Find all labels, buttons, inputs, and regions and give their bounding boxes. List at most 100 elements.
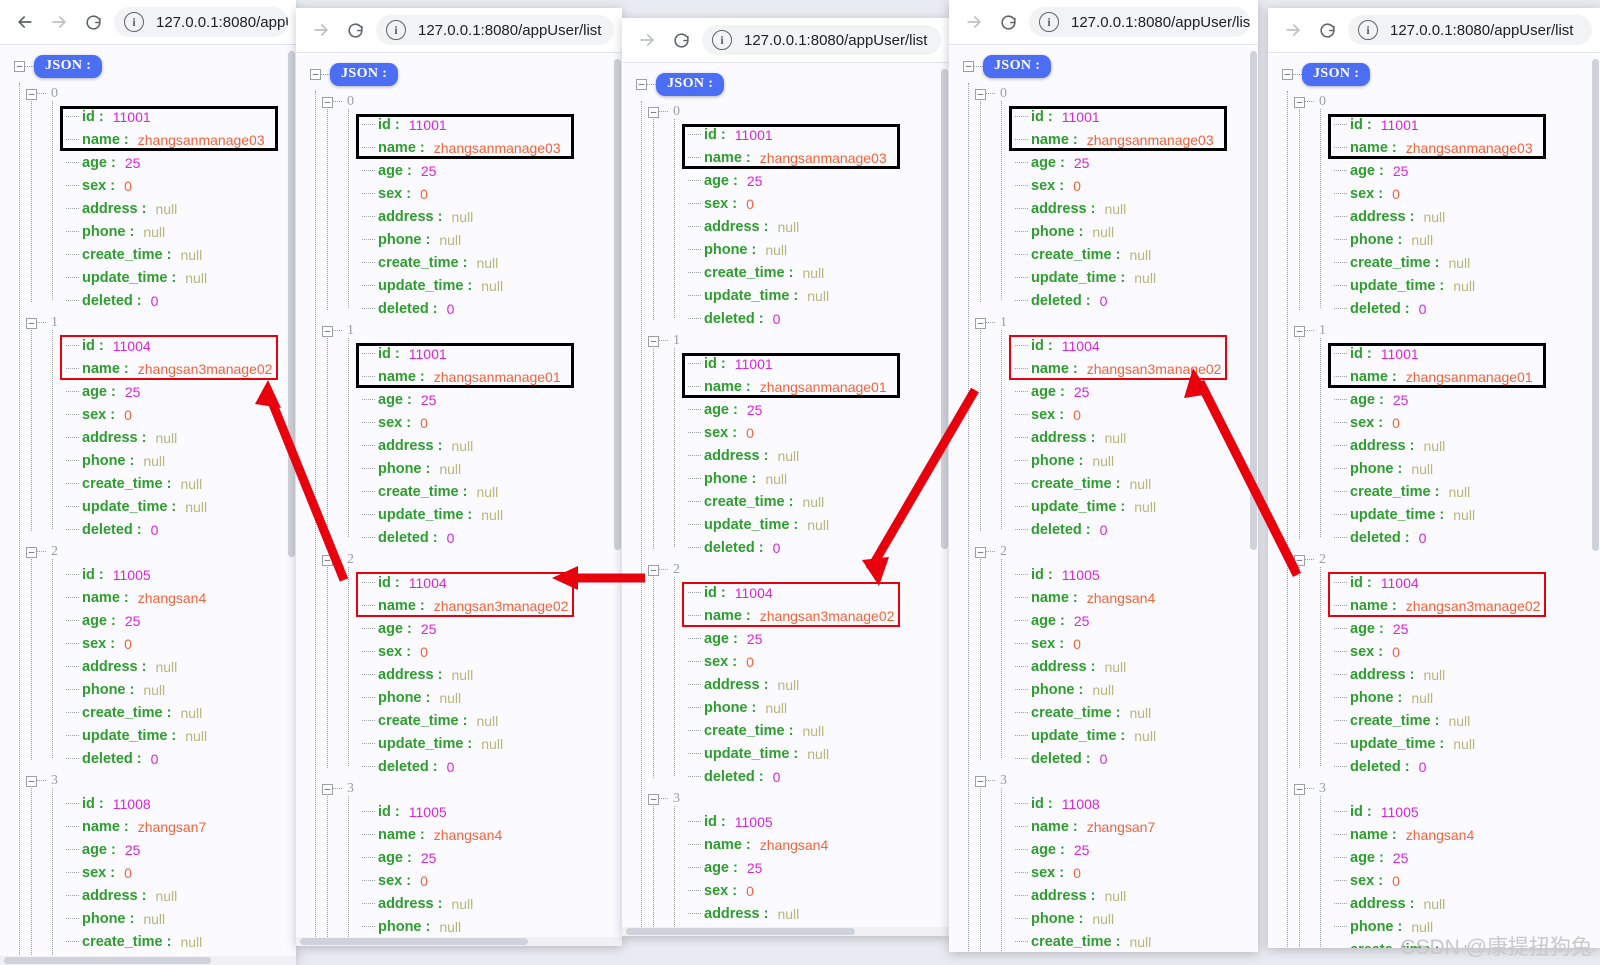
- scrollbar-thumb[interactable]: [941, 69, 948, 549]
- collapse-toggle-1[interactable]: ‒: [26, 317, 37, 329]
- back-arrow-icon[interactable]: [8, 5, 42, 39]
- tree-elbow: [688, 294, 701, 297]
- scrollbar-thumb-h[interactable]: [300, 938, 528, 945]
- collapse-toggle-root[interactable]: ‒: [1282, 69, 1293, 80]
- vertical-scrollbar[interactable]: [613, 53, 622, 946]
- scrollbar-thumb[interactable]: [1592, 59, 1599, 551]
- forward-arrow-icon[interactable]: [1276, 13, 1310, 47]
- collapse-toggle-3[interactable]: ‒: [322, 783, 333, 795]
- scrollbar-thumb-h[interactable]: [626, 928, 855, 935]
- field-deleted: deleted : 0: [362, 297, 622, 320]
- address-bar[interactable]: i 127.0.0.1:8080/appUser/: [114, 7, 288, 37]
- field-key: phone :: [1350, 460, 1403, 477]
- collapse-toggle-2[interactable]: ‒: [1294, 554, 1305, 566]
- collapse-toggle-1[interactable]: ‒: [1294, 325, 1305, 337]
- field-value: null: [802, 264, 825, 281]
- horizontal-scrollbar[interactable]: [0, 956, 296, 965]
- horizontal-scrollbar[interactable]: [622, 927, 949, 936]
- site-info-icon[interactable]: i: [1039, 12, 1059, 32]
- collapse-toggle-1[interactable]: ‒: [322, 325, 333, 337]
- browser-window-5[interactable]: i 127.0.0.1:8080/appUser/list ‒ JSON : ‒ 0 id …: [1268, 8, 1600, 948]
- address-bar[interactable]: i 127.0.0.1:8080/appUser/list: [1029, 7, 1250, 37]
- field-key: address :: [1350, 437, 1415, 454]
- site-info-icon[interactable]: i: [712, 30, 732, 50]
- collapse-toggle-2[interactable]: ‒: [648, 564, 659, 576]
- scrollbar-thumb-h[interactable]: [4, 957, 211, 964]
- collapse-toggle-3[interactable]: ‒: [975, 775, 986, 787]
- field-sex: sex : 0: [66, 174, 296, 197]
- collapse-toggle-0[interactable]: ‒: [648, 106, 659, 118]
- collapse-toggle-2[interactable]: ‒: [975, 546, 986, 558]
- field-value: 0: [1073, 635, 1081, 652]
- browser-window-3[interactable]: i 127.0.0.1:8080/appUser/list ‒ JSON : ‒ 0 id …: [622, 18, 949, 936]
- collapse-toggle-1[interactable]: ‒: [975, 317, 986, 329]
- site-info-icon[interactable]: i: [124, 12, 144, 32]
- horizontal-scrollbar[interactable]: [296, 937, 622, 946]
- field-value: 0: [420, 643, 428, 660]
- field-key: deleted :: [704, 310, 764, 327]
- field-key: sex :: [1350, 414, 1384, 431]
- collapse-toggle-root[interactable]: ‒: [310, 69, 321, 80]
- tree-elbow: [1015, 299, 1028, 302]
- collapse-toggle-root[interactable]: ‒: [963, 61, 974, 72]
- json-viewer: ‒ JSON : ‒ 0 id :11001 name : zhangsanmanage03…: [949, 45, 1258, 952]
- reload-icon[interactable]: [338, 13, 372, 47]
- collapse-toggle-0[interactable]: ‒: [322, 96, 333, 108]
- field-key: create_time :: [378, 483, 468, 500]
- tree-elbow: [1015, 711, 1028, 714]
- scrollbar-thumb[interactable]: [288, 51, 295, 557]
- collapse-toggle-0[interactable]: ‒: [26, 88, 37, 100]
- forward-arrow-icon[interactable]: [42, 5, 76, 39]
- record-fields: id : 11005 name : zhangsan4 age : 25 sex : 0 add…: [648, 804, 949, 936]
- tree-elbow: [1334, 902, 1347, 905]
- address-bar[interactable]: i 127.0.0.1:8080/appUser/list: [1348, 15, 1592, 45]
- address-bar[interactable]: i 127.0.0.1:8080/appUser/list: [376, 15, 614, 45]
- tree-elbow: [362, 604, 375, 607]
- vertical-scrollbar[interactable]: [287, 45, 296, 965]
- field-name: name : zhangsan4: [1015, 586, 1258, 609]
- reload-icon[interactable]: [664, 23, 698, 57]
- field-value: null: [451, 437, 474, 454]
- reload-icon[interactable]: [1310, 13, 1344, 47]
- field-key: phone :: [1031, 223, 1084, 240]
- field-key: age :: [704, 859, 738, 876]
- browser-window-4[interactable]: i 127.0.0.1:8080/appUser/list ‒ JSON : ‒ 0 id …: [949, 0, 1258, 952]
- vertical-scrollbar[interactable]: [1249, 45, 1258, 952]
- collapse-toggle-2[interactable]: ‒: [26, 546, 37, 558]
- forward-arrow-icon[interactable]: [957, 5, 991, 39]
- tree-elbow: [688, 843, 701, 846]
- tree-guide-fields: [1320, 796, 1321, 948]
- collapse-toggle-0[interactable]: ‒: [975, 88, 986, 100]
- collapse-toggle-2[interactable]: ‒: [322, 554, 333, 566]
- reload-icon[interactable]: [991, 5, 1025, 39]
- collapse-toggle-3[interactable]: ‒: [648, 793, 659, 805]
- browser-window-1[interactable]: i127.0.0.1:8080/appUser/‒JSON :‒0id :110…: [0, 0, 296, 965]
- address-bar[interactable]: i 127.0.0.1:8080/appUser/list: [702, 25, 941, 55]
- collapse-toggle-1[interactable]: ‒: [648, 335, 659, 347]
- field-key: sex :: [1031, 177, 1065, 194]
- field-value: 25: [1073, 383, 1090, 400]
- field-key: phone :: [1350, 689, 1403, 706]
- vertical-scrollbar[interactable]: [1591, 53, 1600, 948]
- field-age: age : 25: [688, 856, 949, 879]
- field-phone: phone : null: [688, 238, 949, 261]
- field-name: name : zhangsan4: [1334, 823, 1600, 846]
- site-info-icon[interactable]: i: [386, 20, 406, 40]
- tree-elbow: [1015, 413, 1028, 416]
- reload-icon[interactable]: [76, 5, 110, 39]
- collapse-toggle-3[interactable]: ‒: [26, 775, 37, 787]
- vertical-scrollbar[interactable]: [940, 63, 949, 936]
- scrollbar-thumb[interactable]: [614, 59, 621, 550]
- forward-arrow-icon[interactable]: [630, 23, 664, 57]
- scrollbar-thumb[interactable]: [1250, 51, 1257, 550]
- collapse-toggle-root[interactable]: ‒: [14, 61, 25, 72]
- collapse-toggle-3[interactable]: ‒: [1294, 783, 1305, 795]
- browser-window-2[interactable]: i 127.0.0.1:8080/appUser/list ‒ JSON : ‒ 0 id …: [296, 8, 622, 946]
- site-info-icon[interactable]: i: [1358, 20, 1378, 40]
- field-value: zhangsan4: [137, 589, 207, 606]
- field-value: zhangsan7: [137, 818, 207, 835]
- field-value: null: [481, 277, 504, 294]
- forward-arrow-icon[interactable]: [304, 13, 338, 47]
- collapse-toggle-0[interactable]: ‒: [1294, 96, 1305, 108]
- collapse-toggle-root[interactable]: ‒: [636, 79, 647, 90]
